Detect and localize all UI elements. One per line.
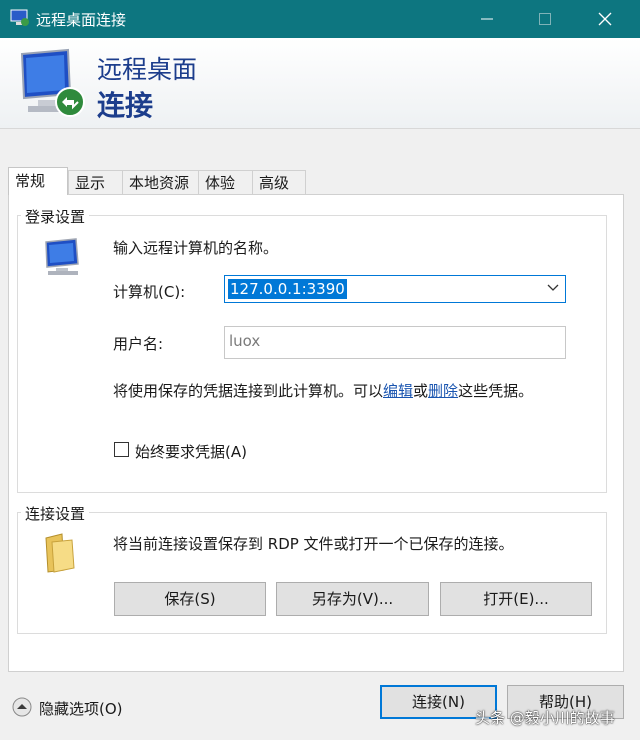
header-banner: 远程桌面 连接 [0,38,640,129]
tab-general[interactable]: 常规 [8,167,68,195]
connection-description: 将当前连接设置保存到 RDP 文件或打开一个已保存的连接。 [113,535,514,553]
folder-icon [45,533,75,573]
watermark-text: 头条 @毅小川的故事 [475,709,615,727]
title-bar: 远程桌面连接 [0,0,640,38]
computer-icon [45,238,79,275]
tab-local-resources[interactable]: 本地资源 [122,170,200,194]
username-label: 用户名: [113,335,164,353]
hide-options-toggle[interactable]: 隐藏选项(O) [39,698,123,719]
computer-combobox[interactable]: 127.0.0.1:3390 [224,275,566,303]
username-value: luox [229,332,261,350]
monitor-connection-icon [20,48,85,117]
login-settings-label: 登录设置 [21,206,90,227]
remote-desktop-icon [10,9,29,26]
connection-settings-label: 连接设置 [21,503,90,524]
tab-display[interactable]: 显示 [68,170,124,194]
header-title-line2: 连接 [97,89,154,122]
edit-credentials-link[interactable]: 编辑 [383,382,413,400]
credentials-suffix: 这些凭据。 [458,382,534,400]
credentials-or: 或 [413,382,429,400]
close-button[interactable] [576,0,634,38]
save-as-button[interactable]: 另存为(V)... [276,582,429,616]
always-ask-label[interactable]: 始终要求凭据(A) [135,441,247,462]
minimize-icon [481,18,493,20]
delete-credentials-link[interactable]: 删除 [428,382,458,400]
window-title: 远程桌面连接 [36,11,127,29]
close-icon [598,12,612,26]
username-field: luox [224,326,566,359]
tab-experience[interactable]: 体验 [198,170,254,194]
save-button[interactable]: 保存(S) [114,582,266,616]
chevron-down-icon[interactable] [547,284,559,292]
computer-value: 127.0.0.1:3390 [228,279,347,299]
computer-label: 计算机(C): [113,283,186,301]
maximize-button[interactable] [516,0,574,38]
open-button[interactable]: 打开(E)... [440,582,592,616]
minimize-button[interactable] [458,0,516,38]
maximize-icon [539,13,551,25]
computer-name-prompt: 输入远程计算机的名称。 [113,239,279,257]
saved-credentials-text: 将使用保存的凭据连接到此计算机。可以编辑或删除这些凭据。 [113,380,533,401]
tab-advanced[interactable]: 高级 [252,170,306,194]
credentials-prefix: 将使用保存的凭据连接到此计算机。可以 [113,382,384,400]
header-title-line1: 远程桌面 [97,55,198,84]
always-ask-checkbox[interactable] [114,442,129,457]
chevron-up-circle-icon[interactable] [12,697,32,717]
